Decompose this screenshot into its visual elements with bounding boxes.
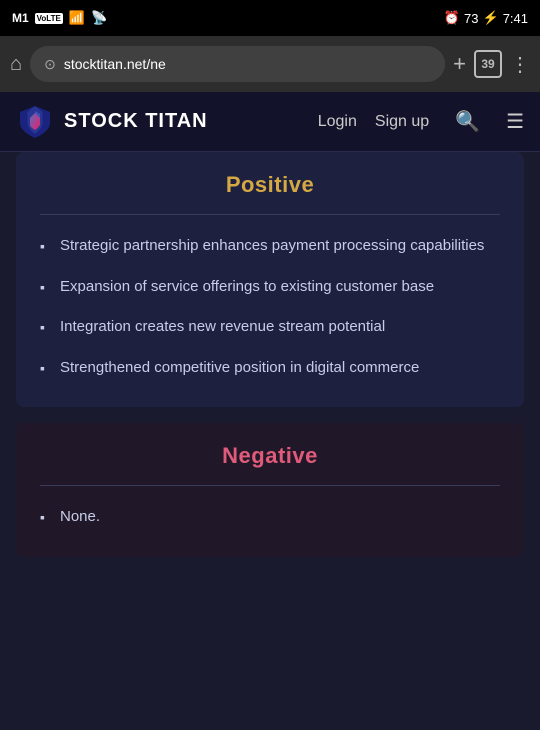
carrier-label: M1 [12,11,29,25]
nav-bar: STOCK TITAN Login Sign up 🔍 ☰ [0,92,540,152]
home-icon[interactable]: ⌂ [10,53,22,76]
battery-icon: ⚡ [483,10,499,26]
tab-count-button[interactable]: 39 [474,50,502,78]
status-left: M1 VoLTE 📶 📡 [12,10,107,26]
site-icon: ⊙ [44,56,56,73]
search-icon[interactable]: 🔍 [455,109,480,134]
hamburger-menu-icon[interactable]: ☰ [506,109,524,134]
positive-title: Positive [40,172,500,198]
signal-icon: 📶 [69,10,85,26]
positive-divider [40,214,500,215]
main-content: Positive Strategic partnership enhances … [0,152,540,730]
signup-link[interactable]: Sign up [375,113,429,131]
battery-level: 73 [464,11,478,26]
more-menu-icon[interactable]: ⋮ [510,52,530,77]
status-right: ⏰ 73 ⚡ 7:41 [444,10,528,26]
wifi-icon: 📡 [91,10,107,26]
alarm-icon: ⏰ [444,10,460,26]
list-item: Strategic partnership enhances payment p… [40,235,500,258]
list-item: Integration creates new revenue stream p… [40,316,500,339]
list-item: Expansion of service offerings to existi… [40,276,500,299]
logo-icon [16,103,54,141]
nav-logo[interactable]: STOCK TITAN [16,103,318,141]
list-item: None. [40,506,500,529]
negative-section: Negative None. [16,423,524,557]
negative-list: None. [40,506,500,529]
positive-list: Strategic partnership enhances payment p… [40,235,500,379]
logo-text: STOCK TITAN [64,110,208,133]
url-bar[interactable]: ⊙ stocktitan.net/ne [30,46,445,82]
status-bar: M1 VoLTE 📶 📡 ⏰ 73 ⚡ 7:41 [0,0,540,36]
nav-links: Login Sign up 🔍 ☰ [318,109,524,134]
negative-divider [40,485,500,486]
volte-label: VoLTE [35,13,63,24]
add-tab-button[interactable]: + [453,51,466,77]
browser-chrome: ⌂ ⊙ stocktitan.net/ne + 39 ⋮ [0,36,540,92]
positive-section: Positive Strategic partnership enhances … [16,152,524,407]
login-link[interactable]: Login [318,113,357,131]
negative-title: Negative [40,443,500,469]
list-item: Strengthened competitive position in dig… [40,357,500,380]
time-display: 7:41 [503,11,528,26]
url-text: stocktitan.net/ne [64,56,431,72]
